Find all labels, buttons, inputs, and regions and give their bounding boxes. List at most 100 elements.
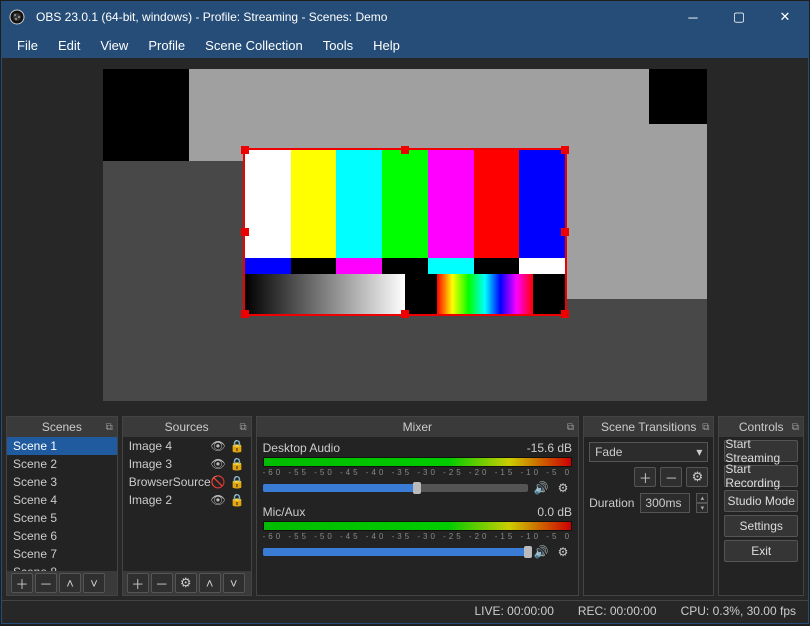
move-scene-up-button[interactable]: ˄ [59, 573, 81, 593]
resize-handle[interactable] [241, 228, 249, 236]
add-scene-button[interactable]: ＋ [11, 573, 33, 593]
speaker-icon[interactable]: 🔊 [532, 543, 550, 561]
scene-item[interactable]: Scene 1 [7, 437, 117, 455]
selected-source-frame[interactable] [243, 148, 567, 316]
scene-item[interactable]: Scene 7 [7, 545, 117, 563]
scenes-list[interactable]: Scene 1Scene 2Scene 3Scene 4Scene 5Scene… [7, 437, 117, 571]
scene-item[interactable]: Scene 3 [7, 473, 117, 491]
start-recording-button[interactable]: Start Recording [724, 465, 798, 487]
menu-tools[interactable]: Tools [314, 35, 362, 56]
titlebar: OBS 23.0.1 (64-bit, windows) - Profile: … [2, 2, 808, 32]
transitions-title: Scene Transitions [601, 420, 696, 434]
transition-select[interactable]: Fade ▾ [589, 442, 708, 462]
remove-source-button[interactable]: － [151, 573, 173, 593]
move-scene-down-button[interactable]: ˅ [83, 573, 105, 593]
status-cpu: CPU: 0.3%, 30.00 fps [681, 604, 796, 618]
transition-selected-label: Fade [595, 445, 622, 459]
duration-input[interactable]: 300ms [640, 493, 690, 513]
resize-handle[interactable] [561, 310, 569, 318]
scene-item[interactable]: Scene 5 [7, 509, 117, 527]
duration-value: 300ms [645, 496, 681, 510]
speaker-icon[interactable]: 🔊 [532, 479, 550, 497]
scene-item[interactable]: Scene 6 [7, 527, 117, 545]
resize-handle[interactable] [401, 310, 409, 318]
channel-db: -15.6 dB [527, 441, 572, 455]
menu-profile[interactable]: Profile [139, 35, 194, 56]
statusbar: LIVE: 00:00:00 REC: 00:00:00 CPU: 0.3%, … [2, 600, 808, 621]
mixer-body: Desktop Audio -15.6 dB -60 -55 -50 -45 -… [257, 437, 578, 595]
scenes-title: Scenes [42, 420, 82, 434]
volume-meter [263, 457, 572, 467]
lock-icon[interactable]: 🔒 [230, 457, 245, 471]
close-button[interactable]: ✕ [762, 2, 808, 32]
visibility-on-icon[interactable]: 👁 [210, 439, 225, 453]
move-source-down-button[interactable]: ˅ [223, 573, 245, 593]
studio-mode-button[interactable]: Studio Mode [724, 490, 798, 512]
popout-icon[interactable]: ⧉ [106, 422, 113, 433]
duration-step-up[interactable]: ▴ [696, 493, 708, 503]
resize-handle[interactable] [401, 146, 409, 154]
visibility-on-icon[interactable]: 👁 [210, 457, 225, 471]
lock-icon[interactable]: 🔒 [230, 475, 245, 489]
source-item[interactable]: Image 2👁🔒 [123, 491, 251, 509]
visibility-on-icon[interactable]: 👁 [210, 493, 225, 507]
lock-icon[interactable]: 🔒 [230, 493, 245, 507]
channel-db: 0.0 dB [537, 505, 572, 519]
transition-settings-button[interactable]: ⚙ [686, 467, 708, 487]
meter-ticks: -60 -55 -50 -45 -40 -35 -30 -25 -20 -15 … [263, 468, 572, 477]
source-item[interactable]: BrowserSource🚫🔒 [123, 473, 251, 491]
menu-help[interactable]: Help [364, 35, 409, 56]
preview-canvas[interactable] [103, 69, 707, 401]
minimize-button[interactable]: ─ [670, 2, 716, 32]
source-properties-button[interactable]: ⚙ [175, 573, 197, 593]
scene-item[interactable]: Scene 2 [7, 455, 117, 473]
maximize-button[interactable]: ▢ [716, 2, 762, 32]
remove-transition-button[interactable]: － [660, 467, 682, 487]
mixer-channel: Desktop Audio -15.6 dB -60 -55 -50 -45 -… [257, 437, 578, 501]
chevron-down-icon: ▾ [696, 445, 702, 459]
source-label: Image 3 [129, 457, 172, 471]
resize-handle[interactable] [241, 310, 249, 318]
popout-icon[interactable]: ⧉ [240, 422, 247, 433]
status-rec: REC: 00:00:00 [578, 604, 657, 618]
menu-view[interactable]: View [91, 35, 137, 56]
start-streaming-button[interactable]: Start Streaming [724, 440, 798, 462]
popout-icon[interactable]: ⧉ [567, 422, 574, 433]
menu-edit[interactable]: Edit [49, 35, 89, 56]
sources-toolbar: ＋ － ⚙ ˄ ˅ [123, 571, 251, 595]
status-live: LIVE: 00:00:00 [474, 604, 553, 618]
duration-step-down[interactable]: ▾ [696, 503, 708, 513]
resize-handle[interactable] [561, 228, 569, 236]
sources-title: Sources [165, 420, 209, 434]
scene-item[interactable]: Scene 8 [7, 563, 117, 571]
popout-icon[interactable]: ⧉ [702, 422, 709, 433]
scene-item[interactable]: Scene 4 [7, 491, 117, 509]
settings-button[interactable]: Settings [724, 515, 798, 537]
add-transition-button[interactable]: ＋ [634, 467, 656, 487]
popout-icon[interactable]: ⧉ [792, 422, 799, 433]
add-source-button[interactable]: ＋ [127, 573, 149, 593]
remove-scene-button[interactable]: － [35, 573, 57, 593]
resize-handle[interactable] [561, 146, 569, 154]
sources-list[interactable]: Image 4👁🔒Image 3👁🔒BrowserSource🚫🔒Image 2… [123, 437, 251, 571]
exit-button[interactable]: Exit [724, 540, 798, 562]
resize-handle[interactable] [241, 146, 249, 154]
volume-meter [263, 521, 572, 531]
source-item[interactable]: Image 4👁🔒 [123, 437, 251, 455]
menu-scene-collection[interactable]: Scene Collection [196, 35, 312, 56]
preview-area[interactable] [2, 58, 808, 412]
channel-settings-icon[interactable]: ⚙ [554, 479, 572, 497]
volume-slider[interactable] [263, 548, 528, 556]
mixer-header: Mixer ⧉ [257, 417, 578, 437]
menu-file[interactable]: File [8, 35, 47, 56]
volume-slider[interactable] [263, 484, 528, 492]
scenes-panel: Scenes ⧉ Scene 1Scene 2Scene 3Scene 4Sce… [6, 416, 118, 596]
controls-header: Controls ⧉ [719, 417, 803, 437]
source-item[interactable]: Image 3 👁 🔒 [123, 455, 251, 473]
test-pattern-source[interactable] [245, 150, 565, 314]
channel-settings-icon[interactable]: ⚙ [554, 543, 572, 561]
visibility-off-icon[interactable]: 🚫 [211, 475, 226, 489]
lock-icon[interactable]: 🔒 [230, 439, 245, 453]
duration-label: Duration [589, 496, 634, 510]
move-source-up-button[interactable]: ˄ [199, 573, 221, 593]
